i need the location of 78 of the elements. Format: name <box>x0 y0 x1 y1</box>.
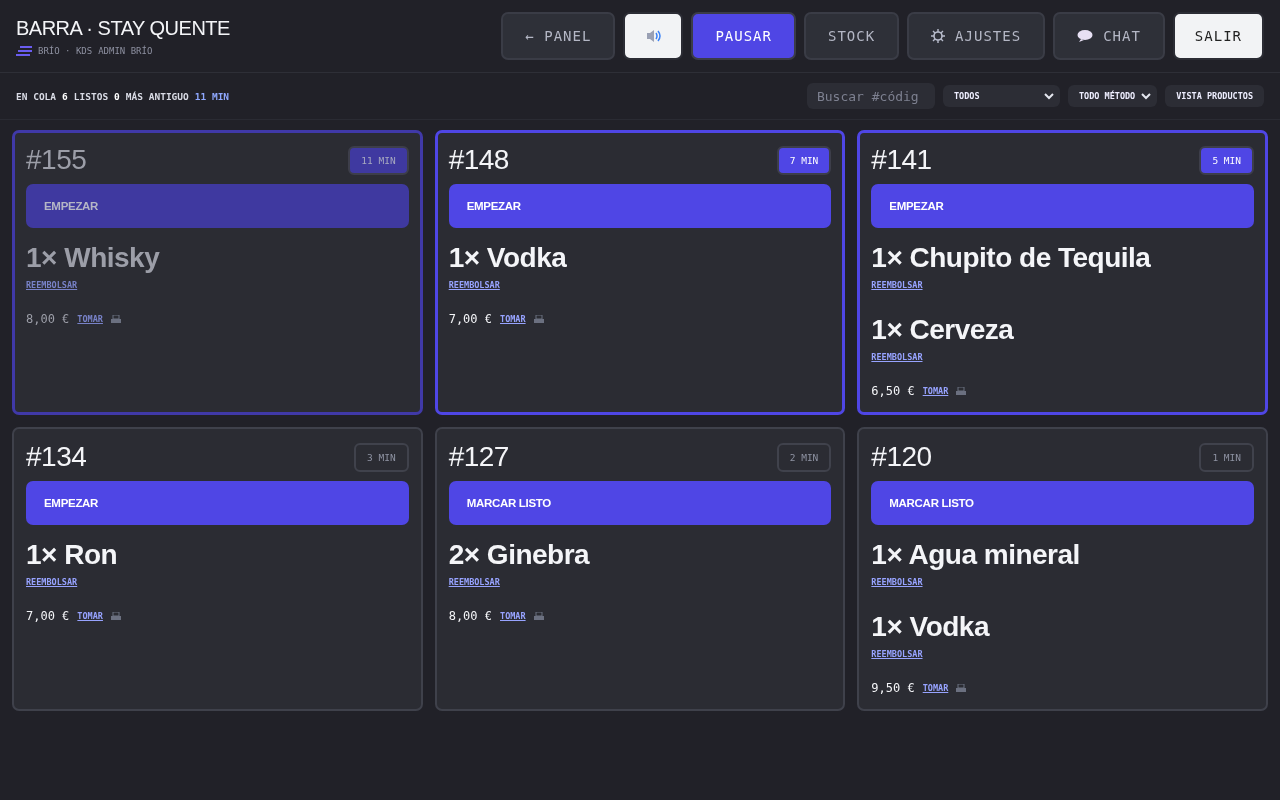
printer-icon <box>533 612 544 620</box>
refund-link[interactable]: REEMBOLSAR <box>26 577 78 587</box>
age-badge: 2 MIN <box>776 442 832 472</box>
app-subtitle: BRÍO · KDS <box>38 45 93 56</box>
refund-link[interactable]: REEMBOLSAR <box>26 280 78 290</box>
user-name: ADMIN BRÍO <box>98 45 153 56</box>
refund-link[interactable]: REEMBOLSAR <box>448 577 500 587</box>
take-link[interactable]: TOMAR <box>922 683 949 693</box>
printer-icon <box>110 315 121 323</box>
refund-link[interactable]: REEMBOLSAR <box>871 280 923 290</box>
printer-icon <box>110 612 121 620</box>
age-badge: 1 MIN <box>1199 442 1254 472</box>
filter-dropdown[interactable]: TODO MÉTODO <box>1067 85 1158 107</box>
filter-dropdown[interactable]: TODOS <box>942 85 1060 107</box>
header-button[interactable]: STOCK <box>803 12 900 60</box>
item-name: 1× Vodka <box>871 611 991 643</box>
order-number: #134 <box>26 441 87 473</box>
age-badge: 3 MIN <box>354 442 409 472</box>
stat-label: EN COLA <box>16 90 57 102</box>
sound-button[interactable] <box>623 12 684 60</box>
take-link[interactable]: TOMAR <box>922 386 949 396</box>
chevron-icon <box>1043 92 1054 100</box>
item-name: 1× Ron <box>26 539 119 571</box>
printer-icon <box>956 387 967 395</box>
action-button[interactable]: EMPEZAR <box>26 481 409 525</box>
stat-label: LISTOS <box>73 90 109 102</box>
order-number: #148 <box>448 144 509 176</box>
order-total: 6,50 € <box>871 384 915 398</box>
logo-icon <box>16 45 32 56</box>
action-button[interactable]: EMPEZAR <box>26 184 409 228</box>
item-name: 2× Ginebra <box>448 539 591 571</box>
item-name: 1× Cerveza <box>871 314 1015 346</box>
stat-value: 0 <box>114 90 120 102</box>
refund-link[interactable]: REEMBOLSAR <box>871 577 923 587</box>
header-button[interactable]: AJUSTES <box>907 12 1046 60</box>
stat-value: 11 MIN <box>194 90 230 102</box>
order-number: #155 <box>26 144 87 176</box>
age-badge: 11 MIN <box>348 145 409 175</box>
action-button[interactable]: EMPEZAR <box>871 184 1254 228</box>
take-link[interactable]: TOMAR <box>77 314 103 324</box>
order-total: 8,00 € <box>448 609 492 623</box>
age-badge: 5 MIN <box>1199 145 1254 175</box>
printer-icon <box>533 315 544 323</box>
order-total: 7,00 € <box>26 609 70 623</box>
item-name: 1× Vodka <box>448 242 568 274</box>
take-link[interactable]: TOMAR <box>500 611 526 621</box>
order-total: 9,50 € <box>871 681 915 695</box>
item-name: 1× Agua mineral <box>871 539 1081 571</box>
refund-link[interactable]: REEMBOLSAR <box>871 352 923 362</box>
stat-label: MÁS ANTIGUO <box>125 90 189 102</box>
chevron-icon <box>1141 92 1152 100</box>
action-button[interactable]: MARCAR LISTO <box>871 481 1254 525</box>
age-badge: 7 MIN <box>776 145 832 175</box>
view-button[interactable]: VISTA PRODUCTOS <box>1165 85 1264 107</box>
speaker-icon <box>645 27 662 45</box>
gear-icon <box>931 29 946 43</box>
action-button[interactable]: EMPEZAR <box>448 184 832 228</box>
order-total: 7,00 € <box>448 312 492 326</box>
action-button[interactable]: MARCAR LISTO <box>448 481 832 525</box>
refund-link[interactable]: REEMBOLSAR <box>871 649 923 659</box>
page-title: BARRA · STAY QUENTE <box>16 16 230 40</box>
refund-link[interactable]: REEMBOLSAR <box>448 280 500 290</box>
chat-icon <box>1077 29 1094 43</box>
take-link[interactable]: TOMAR <box>500 314 526 324</box>
item-name: 1× Chupito de Tequila <box>871 242 1152 274</box>
header-button[interactable]: PAUSAR <box>691 12 796 60</box>
order-total: 8,00 € <box>26 312 70 326</box>
take-link[interactable]: TOMAR <box>77 611 103 621</box>
item-name: 1× Whisky <box>26 242 161 274</box>
stat-value: 6 <box>62 90 68 102</box>
header-button[interactable]: ← PANEL <box>501 12 616 60</box>
printer-icon <box>956 684 967 692</box>
order-number: #127 <box>448 441 509 473</box>
order-number: #120 <box>871 441 932 473</box>
order-number: #141 <box>871 144 932 176</box>
search-field[interactable]: Buscar #códig <box>806 83 935 109</box>
header-button[interactable]: SALIR <box>1172 12 1264 60</box>
header-button[interactable]: CHAT <box>1053 12 1165 60</box>
